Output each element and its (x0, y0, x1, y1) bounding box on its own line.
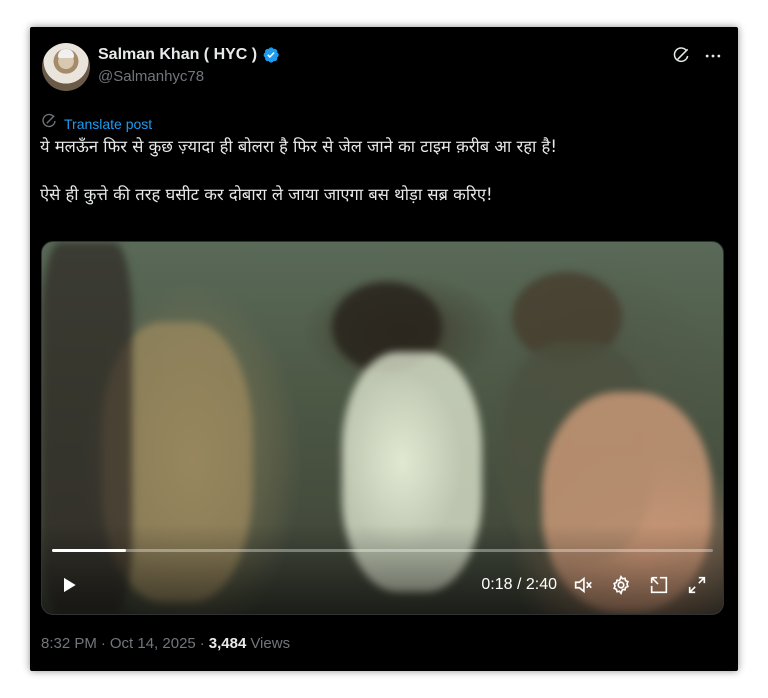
post-text: ये मलऊँन फिर से कुछ ज़्यादा ही बोलरा है … (40, 135, 720, 207)
grok-icon[interactable] (670, 45, 692, 67)
play-icon[interactable] (58, 574, 80, 596)
author-name[interactable]: Salman Khan ( HYC ) (98, 46, 257, 64)
globe-icon (40, 112, 58, 135)
post-time[interactable]: 8:32 PM (41, 635, 97, 652)
post-date[interactable]: Oct 14, 2025 (110, 635, 196, 652)
verified-badge-icon (262, 46, 280, 64)
post-text-line-2: ऐसे ही कुत्ते की तरह घसीट कर दोबारा ले ज… (40, 185, 493, 204)
post-text-line-1: ये मलऊँन फिर से कुछ ज़्यादा ही बोलरा है … (40, 137, 557, 156)
video-controls: 0:18 / 2:40 (42, 570, 723, 600)
video-controls-gradient (42, 524, 723, 614)
video-progress-bar[interactable] (52, 549, 713, 552)
picture-in-picture-icon[interactable] (647, 573, 671, 597)
settings-gear-icon[interactable] (609, 573, 633, 597)
meta-separator: · (199, 635, 205, 652)
video-player[interactable]: 0:18 / 2:40 (41, 241, 724, 615)
video-controls-right: 0:18 / 2:40 (481, 570, 709, 600)
meta-separator: · (100, 635, 106, 652)
translate-post-link[interactable]: Translate post (40, 112, 152, 135)
avatar[interactable] (42, 43, 90, 91)
views-label: Views (250, 635, 291, 652)
post-top-actions (670, 45, 724, 67)
fullscreen-icon[interactable] (685, 573, 709, 597)
translate-post-label[interactable]: Translate post (64, 116, 152, 132)
more-icon[interactable] (702, 45, 724, 67)
video-progress-fill (52, 549, 127, 552)
post-card: Salman Khan ( HYC ) @Salmanhyc78 Transla… (30, 27, 738, 671)
author-handle[interactable]: @Salmanhyc78 (98, 68, 204, 85)
views-count[interactable]: 3,484 (209, 635, 247, 652)
author-row: Salman Khan ( HYC ) (98, 44, 280, 66)
video-time-display: 0:18 / 2:40 (481, 576, 557, 593)
post-meta: 8:32 PM · Oct 14, 2025 · 3,484 Views (41, 635, 290, 652)
volume-icon[interactable] (571, 573, 595, 597)
